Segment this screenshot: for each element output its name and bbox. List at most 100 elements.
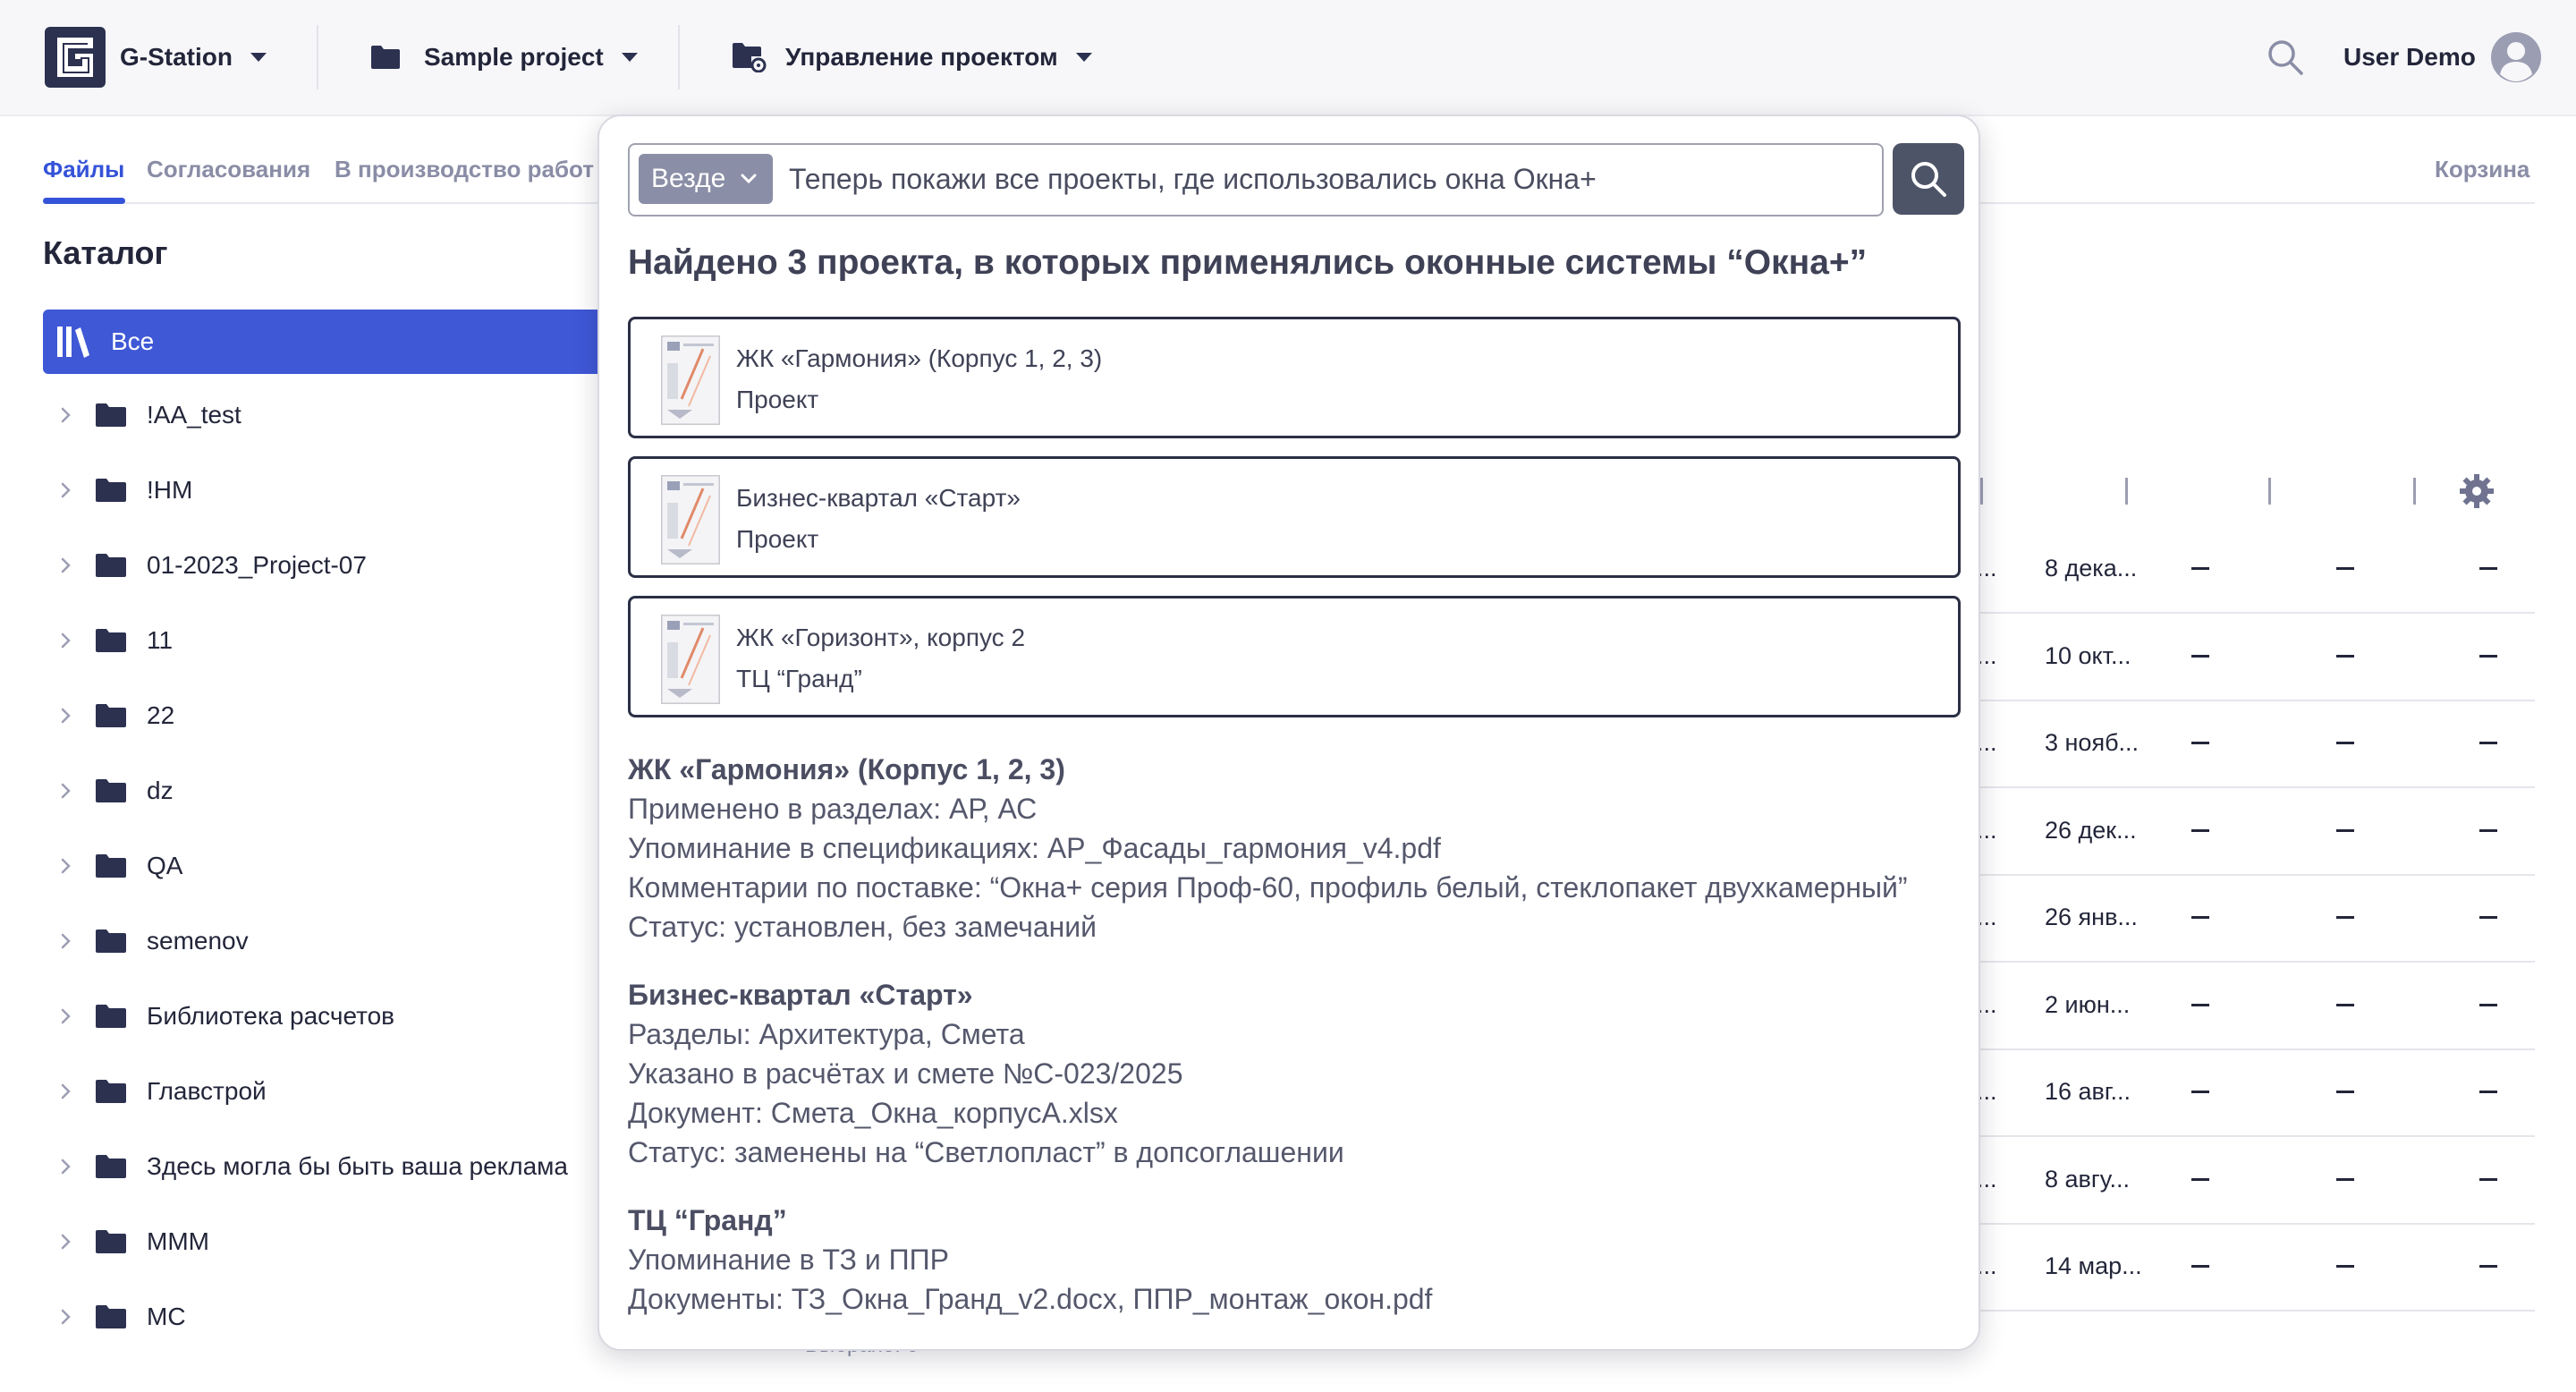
scope-label: Везде — [651, 164, 726, 193]
header-divider — [678, 25, 680, 89]
table-row[interactable]: ... 8 дека... — [1977, 526, 2535, 614]
gear-icon[interactable] — [2458, 472, 2496, 510]
folder-tree-item[interactable]: !HM — [54, 453, 608, 528]
chevron-right-icon[interactable] — [54, 478, 79, 503]
table-row[interactable]: ... 26 дек... — [1977, 788, 2535, 876]
column-divider — [2125, 478, 2128, 505]
folder-tree-item[interactable]: QA — [54, 828, 608, 904]
date-cell: 2 июн... — [2045, 990, 2131, 1018]
folder-icon — [96, 1005, 126, 1028]
detail-line: Комментарии по поставке: “Окна+ серия Пр… — [628, 871, 1908, 904]
table-row[interactable]: ... 14 мар... — [1977, 1224, 2535, 1311]
tab-production[interactable]: В производство работ — [335, 156, 596, 183]
chevron-right-icon[interactable] — [54, 403, 79, 428]
folder-label: Здесь могла бы быть ваша реклама — [147, 1152, 568, 1180]
folder-label: МММ — [147, 1227, 209, 1255]
project-management-menu[interactable]: Управление проектом — [732, 0, 1092, 115]
table-row[interactable]: ... 2 июн... — [1977, 963, 2535, 1050]
library-icon — [57, 327, 89, 358]
table-row[interactable]: ... 26 янв... — [1977, 875, 2535, 963]
avatar-icon — [2490, 32, 2541, 82]
empty-cell — [2479, 1003, 2497, 1006]
folder-icon — [96, 704, 126, 727]
chevron-right-icon[interactable] — [54, 1004, 79, 1029]
empty-cell — [2479, 1265, 2497, 1268]
empty-cell — [2191, 1003, 2209, 1006]
detail-line: Применено в разделах: АР, АС — [628, 793, 1038, 825]
user-menu[interactable]: User Demo — [2343, 0, 2542, 115]
folder-tree-item[interactable]: 11 — [54, 603, 608, 678]
chevron-right-icon[interactable] — [54, 1154, 79, 1179]
folder-label: dz — [147, 777, 174, 804]
chevron-right-icon[interactable] — [54, 929, 79, 954]
folder-tree-item[interactable]: Здесь могла бы быть ваша реклама — [54, 1129, 608, 1204]
project-detail-block: ТЦ “Гранд” Упоминание в ТЗ и ППР Документы… — [628, 1201, 1970, 1319]
folder-label: 22 — [147, 701, 175, 729]
empty-cell — [2191, 1091, 2209, 1093]
table-header — [1977, 469, 2535, 515]
search-button-header[interactable] — [2267, 0, 2304, 115]
management-label: Управление проектом — [785, 43, 1058, 71]
date-cell: 26 янв... — [2045, 904, 2138, 930]
project-result-card[interactable]: ЖК «Горизонт», корпус 2 ТЦ “Гранд” — [628, 596, 1961, 717]
folder-tree-item[interactable]: Главстрой — [54, 1054, 608, 1129]
chevron-right-icon[interactable] — [54, 628, 79, 653]
chevron-right-icon[interactable] — [54, 1304, 79, 1329]
search-input[interactable]: Теперь покажи все проекты, где использов… — [789, 163, 1597, 196]
table-row[interactable]: ... 10 окт... — [1977, 614, 2535, 701]
date-cell: 3 нояб... — [2045, 729, 2140, 756]
app-logo-icon — [45, 27, 106, 88]
detail-line: Упоминание в спецификациях: АР_Фасады_га… — [628, 832, 1441, 864]
chevron-right-icon[interactable] — [54, 1229, 79, 1254]
detail-heading: ЖК «Гармония» (Корпус 1, 2, 3) — [628, 753, 1065, 785]
header-divider — [317, 25, 318, 89]
chevron-right-icon[interactable] — [54, 778, 79, 803]
empty-cell — [2336, 1177, 2354, 1181]
column-divider — [2413, 478, 2416, 505]
card-title: ЖК «Горизонт», корпус 2 — [736, 624, 1026, 651]
top-header: G-Station Sample project Управление прое… — [0, 0, 2576, 116]
chevron-right-icon[interactable] — [54, 1079, 79, 1104]
tab-approvals[interactable]: Согласования — [147, 156, 310, 183]
folder-tree-item[interactable]: Библиотека расчетов — [54, 979, 608, 1054]
table-row[interactable]: ... 8 авгу... — [1977, 1137, 2535, 1225]
folder-tree-item[interactable]: МС — [54, 1279, 608, 1354]
project-result-card[interactable]: Бизнес-квартал «Старт» Проект — [628, 456, 1961, 578]
folder-tree-item[interactable]: МММ — [54, 1204, 608, 1279]
search-field[interactable]: Везде Теперь покажи все проекты, где исп… — [628, 143, 1884, 216]
folder-tree-item[interactable]: 01-2023_Project-07 — [54, 528, 608, 603]
folder-tree-item[interactable]: !AA_test — [54, 378, 608, 453]
column-divider — [1980, 478, 1983, 505]
tab-files[interactable]: Файлы — [43, 156, 125, 204]
catalog-all-item[interactable]: Все — [43, 310, 615, 374]
app-switcher[interactable]: G-Station — [43, 0, 267, 115]
detail-line: Указано в расчётах и смете №С-023/2025 — [628, 1057, 1183, 1090]
table-row[interactable]: ... 16 авг... — [1977, 1049, 2535, 1137]
empty-cell — [2191, 916, 2209, 919]
search-scope-dropdown[interactable]: Везде — [639, 154, 773, 204]
trash-link[interactable]: Корзина — [2435, 156, 2529, 183]
folder-label: semenov — [147, 927, 249, 955]
empty-cell — [2191, 828, 2209, 832]
project-result-card[interactable]: ЖК «Гармония» (Корпус 1, 2, 3) Проект — [628, 317, 1961, 438]
empty-cell — [2479, 654, 2497, 658]
chevron-right-icon[interactable] — [54, 853, 79, 878]
folder-icon — [96, 854, 126, 878]
folder-label: !HM — [147, 476, 193, 504]
folder-tree-item[interactable]: 22 — [54, 678, 608, 753]
table-row[interactable]: ... 3 нояб... — [1977, 700, 2535, 788]
folder-label: Главстрой — [147, 1077, 267, 1105]
project-selector[interactable]: Sample project — [370, 0, 638, 115]
search-submit-button[interactable] — [1893, 143, 1964, 215]
chevron-down-icon — [1075, 53, 1092, 62]
chevron-right-icon[interactable] — [54, 553, 79, 578]
folder-icon — [96, 929, 126, 953]
empty-cell — [2336, 567, 2354, 570]
chevron-right-icon[interactable] — [54, 703, 79, 728]
empty-cell — [2336, 742, 2354, 744]
detail-line: Документы: ТЗ_Окна_Гранд_v2.docx, ППР_мо… — [628, 1283, 1433, 1315]
detail-line: Документ: Смета_Окна_корпусА.xlsx — [628, 1097, 1118, 1129]
date-cell: 8 авгу... — [2045, 1165, 2131, 1193]
folder-tree-item[interactable]: dz — [54, 753, 608, 828]
folder-tree-item[interactable]: semenov — [54, 904, 608, 979]
